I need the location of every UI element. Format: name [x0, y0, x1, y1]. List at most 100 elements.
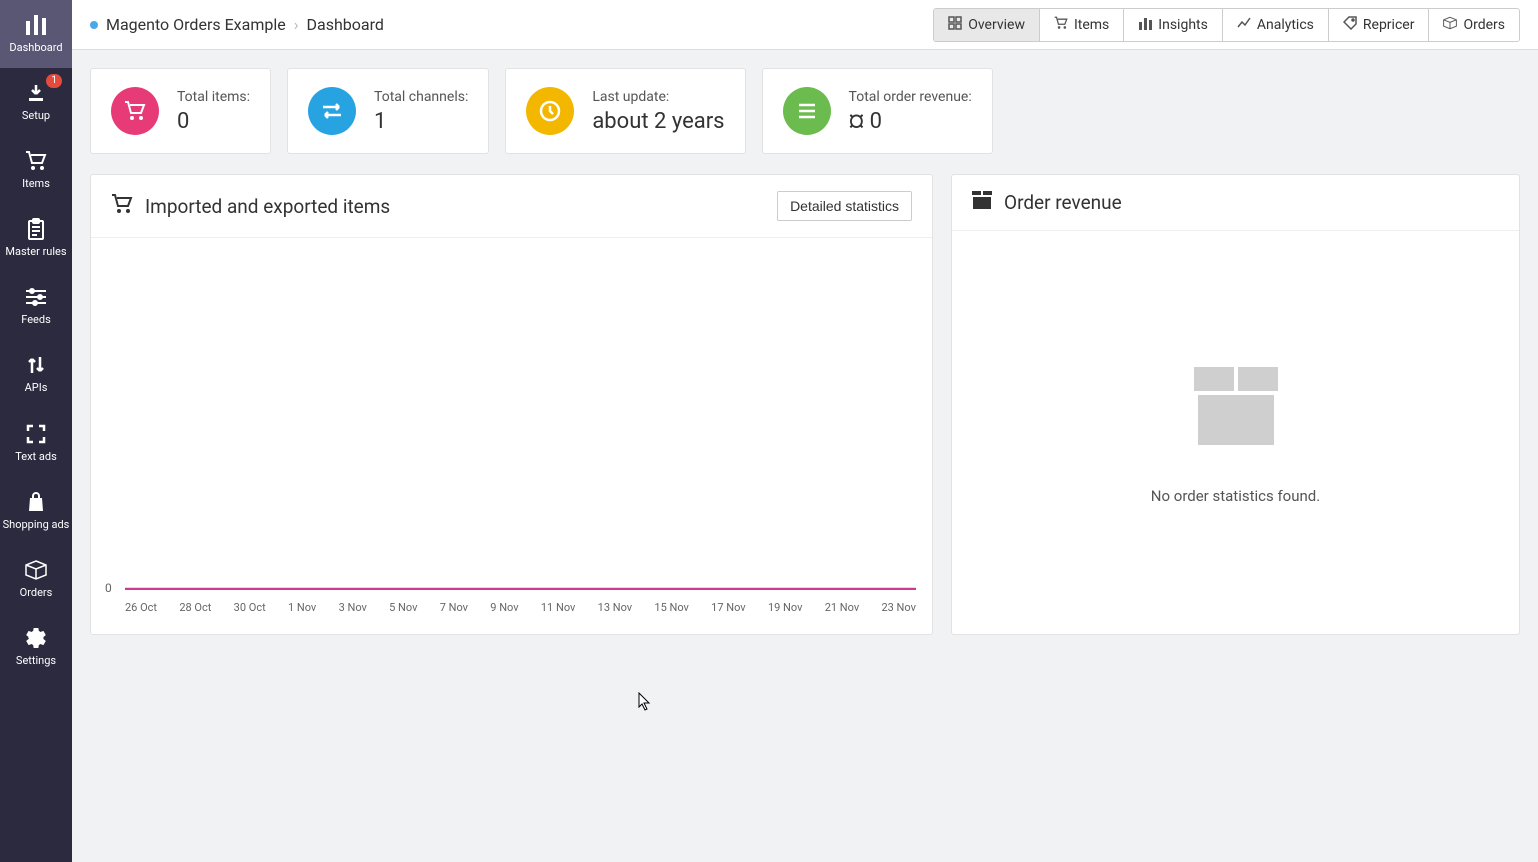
stat-label: Total items: — [177, 89, 250, 105]
panel-title-text: Order revenue — [1004, 191, 1122, 214]
left-sidebar: Dashboard 1 Setup Items Master rules Fee… — [0, 0, 72, 862]
stat-value: 0 — [177, 109, 250, 134]
gear-icon — [26, 627, 46, 649]
tab-label: Overview — [968, 17, 1025, 33]
bar-chart-icon — [1138, 16, 1152, 34]
tab-label: Insights — [1158, 17, 1208, 33]
breadcrumb-project[interactable]: Magento Orders Example — [106, 15, 286, 34]
x-axis-tick: 26 Oct — [125, 601, 157, 614]
sidebar-item-label: Dashboard — [9, 42, 62, 54]
panel-title-text: Imported and exported items — [145, 195, 390, 218]
sidebar-item-label: Feeds — [21, 314, 51, 326]
x-axis-tick: 23 Nov — [881, 601, 915, 614]
sidebar-item-dashboard[interactable]: Dashboard — [0, 0, 72, 68]
stat-label: Last update: — [592, 89, 724, 105]
cart-icon — [1054, 16, 1068, 34]
x-axis-tick: 5 Nov — [389, 601, 417, 614]
sidebar-item-label: Orders — [20, 587, 53, 599]
x-axis-tick: 28 Oct — [179, 601, 211, 614]
stat-label: Total order revenue: — [849, 89, 972, 105]
panel-order-revenue: Order revenue No order statistics found. — [951, 174, 1520, 635]
stat-card-total-items: Total items: 0 — [90, 68, 271, 154]
header-bar: Magento Orders Example › Dashboard Overv… — [72, 0, 1538, 50]
breadcrumb-page: Dashboard — [307, 15, 384, 34]
list-icon — [783, 87, 831, 135]
tab-items[interactable]: Items — [1040, 9, 1124, 41]
x-axis-tick: 3 Nov — [339, 601, 367, 614]
x-axis-tick: 7 Nov — [440, 601, 468, 614]
clipboard-icon — [27, 218, 45, 240]
stat-value: 1 — [374, 109, 468, 134]
x-axis-tick: 11 Nov — [541, 601, 575, 614]
items-chart: 026 Oct28 Oct30 Oct1 Nov3 Nov5 Nov7 Nov9… — [103, 254, 920, 614]
download-icon — [26, 82, 46, 104]
x-axis-tick: 9 Nov — [490, 601, 518, 614]
sidebar-item-label: APIs — [25, 382, 48, 394]
x-axis-tick: 17 Nov — [711, 601, 745, 614]
tab-label: Items — [1074, 17, 1109, 33]
stat-card-total-channels: Total channels: 1 — [287, 68, 489, 154]
top-tabs: Overview Items Insights Analytics Repric… — [933, 8, 1520, 42]
box-icon — [1443, 16, 1457, 34]
x-axis-tick: 19 Nov — [768, 601, 802, 614]
stat-label: Total channels: — [374, 89, 468, 105]
x-axis-labels: 26 Oct 28 Oct 30 Oct 1 Nov 3 Nov 5 Nov 7 Nov 9 … — [125, 601, 916, 614]
tab-insights[interactable]: Insights — [1124, 9, 1223, 41]
empty-state: No order statistics found. — [964, 247, 1507, 614]
sidebar-item-settings[interactable]: Settings — [0, 613, 72, 681]
cart-icon — [111, 194, 133, 219]
sidebar-item-items[interactable]: Items — [0, 136, 72, 204]
x-axis-tick: 30 Oct — [234, 601, 266, 614]
cart-icon — [25, 150, 47, 172]
bar-chart-icon — [25, 14, 47, 36]
sidebar-item-label: Master rules — [5, 246, 66, 258]
sliders-icon — [25, 286, 47, 308]
swap-icon — [308, 87, 356, 135]
panel-imported-exported: Imported and exported items Detailed sta… — [90, 174, 933, 635]
expand-icon — [26, 423, 46, 445]
sidebar-item-setup[interactable]: 1 Setup — [0, 68, 72, 136]
x-axis-tick: 13 Nov — [598, 601, 632, 614]
package-icon — [972, 191, 992, 214]
line-chart-icon — [1237, 17, 1251, 33]
tab-label: Analytics — [1257, 17, 1314, 33]
x-axis-tick: 1 Nov — [288, 601, 316, 614]
empty-state-text: No order statistics found. — [1151, 487, 1320, 505]
cursor-icon — [638, 692, 652, 710]
cart-icon — [111, 87, 159, 135]
dashboard-icon — [948, 16, 962, 34]
sidebar-item-text-ads[interactable]: Text ads — [0, 409, 72, 477]
sidebar-item-label: Setup — [22, 110, 50, 122]
shopping-bag-icon — [27, 491, 45, 513]
x-axis-tick: 15 Nov — [654, 601, 688, 614]
clock-icon — [526, 87, 574, 135]
tab-analytics[interactable]: Analytics — [1223, 9, 1329, 41]
notification-badge: 1 — [46, 74, 62, 88]
package-icon — [1188, 357, 1284, 457]
sidebar-item-apis[interactable]: APIs — [0, 340, 72, 408]
stat-card-last-update: Last update: about 2 years — [505, 68, 745, 154]
tab-label: Orders — [1463, 17, 1505, 33]
tab-overview[interactable]: Overview — [934, 9, 1040, 41]
sidebar-item-label: Items — [22, 178, 50, 190]
sidebar-item-feeds[interactable]: Feeds — [0, 272, 72, 340]
tag-icon — [1343, 16, 1357, 34]
detailed-statistics-button[interactable]: Detailed statistics — [777, 191, 912, 221]
tab-label: Repricer — [1363, 17, 1415, 33]
chevron-right-icon: › — [294, 15, 299, 34]
stat-value: about 2 years — [592, 109, 724, 134]
stat-value: ¤ 0 — [849, 109, 972, 134]
status-dot-icon — [90, 21, 98, 29]
sidebar-item-label: Shopping ads — [3, 519, 70, 531]
box-icon — [25, 559, 47, 581]
sidebar-item-master-rules[interactable]: Master rules — [0, 204, 72, 272]
x-axis-tick: 21 Nov — [825, 601, 859, 614]
stat-card-revenue: Total order revenue: ¤ 0 — [762, 68, 993, 154]
sidebar-item-shopping-ads[interactable]: Shopping ads — [0, 477, 72, 545]
sidebar-item-label: Text ads — [15, 451, 57, 463]
tab-orders[interactable]: Orders — [1429, 9, 1519, 41]
sidebar-item-orders[interactable]: Orders — [0, 545, 72, 613]
tab-repricer[interactable]: Repricer — [1329, 9, 1430, 41]
chart-series-line — [125, 588, 916, 590]
breadcrumb: Magento Orders Example › Dashboard — [90, 15, 384, 34]
